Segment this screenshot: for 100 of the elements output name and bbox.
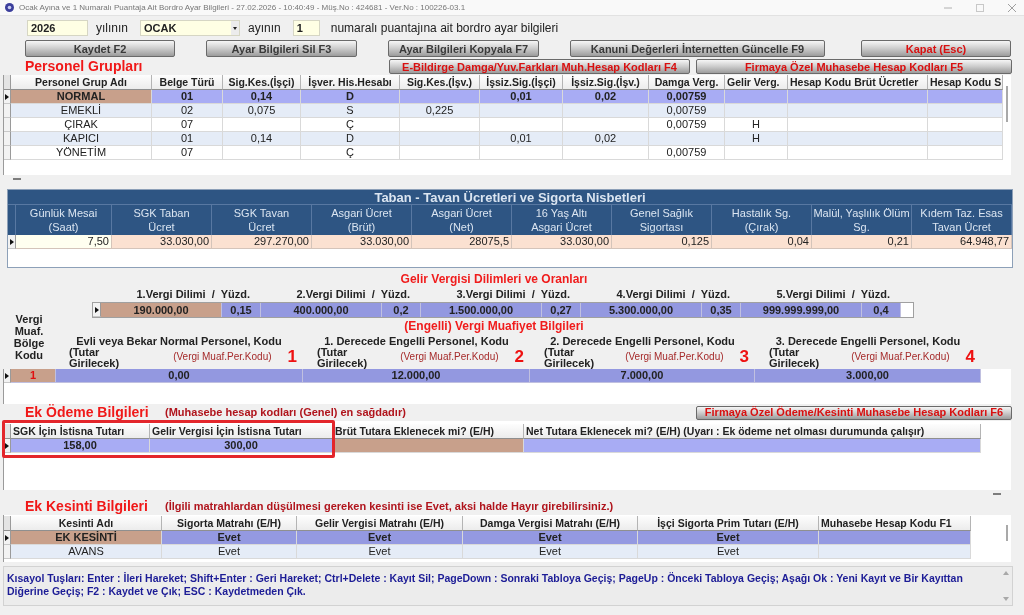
column-header: İşsiz.Sig.(İşv.) [563,75,649,90]
code-number: 1 [287,347,297,367]
table-cell: 64.948,77 [912,235,1012,249]
table-cell: 33.030,00 [112,235,212,249]
column-header: Kesinti Adı [11,516,162,531]
table-cell: 33.030,00 [312,235,412,249]
scroll-up-icon[interactable] [1003,571,1009,575]
column-header: 4.Vergi Dilimi / Yüzd. [615,288,731,300]
code-number: 3 [739,347,749,367]
toolbar-button[interactable]: Ayar Bilgileri Kopyala F7 [388,40,539,57]
column-header: 1.Vergi Dilimi / Yüzd. [135,288,251,300]
table-cell: 0,01 [480,90,563,104]
table-cell: Evet [463,545,638,559]
table-cell: 7,50 [16,235,112,249]
column-header: Vergi Muaf. Bölge Kodu [12,313,46,361]
section-title: Ek Ödeme Bilgileri [25,405,150,420]
table-cell: H [725,132,788,146]
column-header: Evli veya Bekar Normal Personel, Kodu [75,335,283,347]
table-cell: ÇIRAK [11,118,152,132]
table-cell: 0,02 [563,132,649,146]
table-cell [725,104,788,118]
table-cell: 0,125 [612,235,712,249]
table-cell: Ç [301,146,400,160]
row-indicator[interactable] [8,235,16,249]
column-subheader: (Tutar Girilecek) [317,347,369,369]
year-field[interactable]: 2026 [27,20,88,36]
column-header: Muhasebe Hesap Kodu F1 [819,516,971,531]
close-icon[interactable] [1008,3,1016,12]
toolbar-button[interactable]: Kanuni Değerleri İnternetten Güncelle F9 [570,40,825,57]
column-header: Net Tutara Eklenecek mi? (E/H) (Uyarı : Ek ödeme net olması durumunda çalışır) [524,424,981,439]
column-header: İşver. His.Hesabı [301,75,400,90]
scroll-down-icon[interactable] [1003,597,1009,601]
scrollbar-thumb[interactable] [1006,86,1008,122]
table-cell: 300,00 [150,439,333,453]
shortcut-help-text: Kısayol Tuşları: Enter : İleri Hareket; Shift+Enter : Geri Hareket; Ctrl+Delete : Kayıt Sil; PageDown : Sonraki Tabloya Geçiş; PageUp : Önceki Tabloya Geçiş; Aşağı Ok : Yeni Kayıt ve Bir Kayıttan Diğerine Geçiş; F2 : Kaydet ve Çık; ESC : Kaydetmeden Çık. [6,571,964,599]
table-cell: EMEKLİ [11,104,152,118]
table-cell: Evet [162,545,297,559]
column-header: Sig.Kes.(İşçi) [223,75,301,90]
column-header: 2. Derecede Engelli Personel, Kodu [549,335,736,347]
table-cell: Evet [638,545,819,559]
table-cell: 0,225 [400,104,480,118]
table-cell: 0,00759 [649,146,725,160]
field-label: ayının [248,21,281,35]
table-cell: 07 [152,146,223,160]
column-header: 1. Derecede Engelli Personel, Kodu [323,335,510,347]
column-note: (Vergi Muaf.Per.Kodu) [625,351,724,363]
column-header: Brüt Tutara Eklenecek mi? (E/H) [333,424,524,439]
table-cell: 0,04 [712,235,812,249]
table-cell: 297.270,00 [212,235,312,249]
table-cell: 01 [152,132,223,146]
table-cell: 1 [11,369,56,383]
row-pointer-icon [94,306,99,313]
column-header: İşçi Sigorta Prim Tutarı (E/H) [638,516,819,531]
table-cell: 0,00759 [649,90,725,104]
table-cell: AVANS [11,545,162,559]
toolbar-button[interactable]: Kaydet F2 [25,40,175,57]
table-cell: KAPICI [11,132,152,146]
section-title: (Engelli) Vergi Muafiyet Bilgileri [403,320,585,333]
table-cell: D [301,132,400,146]
table-cell: H [725,118,788,132]
column-header: Hesap Kodu Brüt Ücretler [788,75,928,90]
table-cell: 5.300.000,00 [581,303,702,317]
caret-icon [231,21,239,35]
section-title: Ek Kesinti Bilgileri [25,499,149,514]
table-cell: NORMAL [11,90,152,104]
table-cell: 0,4 [862,303,901,317]
row-indicator[interactable] [93,303,101,317]
table-cell: 0,00 [56,369,303,383]
column-note: (Vergi Muaf.Per.Kodu) [173,351,272,363]
maximize-icon[interactable] [976,3,984,12]
window-title: Ocak Ayına ve 1 Numaralı Puantaja Ait Bordro Ayar Bilgileri - 27.02.2026 - 10:40:49 - Müş.No : 424681 - Ver.No : 100226-03.1 [19,2,466,13]
row-pointer-icon [5,534,9,541]
field-label: yılının [96,21,128,35]
table-cell: 02 [152,104,223,118]
column-header: Damga Verg. [649,75,725,90]
column-header: Personel Grup Adı [11,75,152,90]
column-header: SGK İçin İstisna Tutarı [11,424,150,439]
table-cell: 1.500.000,00 [421,303,542,317]
table-cell: 0,00759 [649,104,725,118]
table-cell: 190.000,00 [101,303,222,317]
code-number: 2 [514,347,524,367]
column-header: Hesap Kodu S [928,75,1003,90]
section-title: Personel Grupları [25,59,144,74]
row-pointer-icon [9,238,14,245]
toolbar-button[interactable]: Ayar Bilgileri Sil F3 [206,40,357,57]
table-cell [725,146,788,160]
month-dropdown[interactable]: OCAK [140,20,240,36]
column-header: Gelir Verg. [725,75,788,90]
table-cell: 0,00759 [649,118,725,132]
table-cell: 400.000,00 [261,303,382,317]
table-cell: 01 [152,90,223,104]
table-cell: 07 [152,118,223,132]
toolbar-button[interactable]: Firmaya Özel Ödeme/Kesinti Muhasebe Hesap Kodları F6 [696,405,1012,420]
table-cell: 0,02 [563,90,649,104]
table-cell: 0,21 [812,235,912,249]
scrollbar-thumb[interactable] [1006,525,1008,541]
payroll-number-field[interactable]: 1 [292,20,320,36]
caption-text: numaralı puantajına ait bordro ayar bilgileri [330,21,559,35]
table-cell: 3.000,00 [755,369,981,383]
table-cell: D [301,90,400,104]
